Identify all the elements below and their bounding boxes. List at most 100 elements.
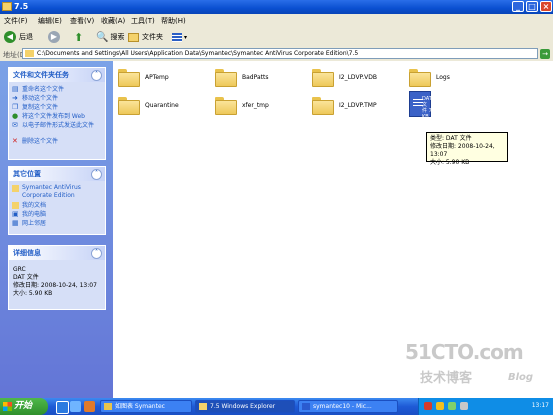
place-label: 网上邻居 (22, 220, 47, 227)
folder-icon (215, 97, 237, 115)
folder-item[interactable]: Logs (404, 64, 514, 94)
media-player-icon[interactable] (84, 401, 95, 412)
up-folder-icon: ⬆ (74, 30, 84, 44)
dat-file-item[interactable]: DAT 文件 7 KB (409, 91, 432, 120)
collapse-icon[interactable]: ˄ (91, 248, 102, 259)
clock[interactable]: 13:17 (532, 402, 549, 409)
chevron-down-icon: ▾ (184, 33, 188, 41)
back-button[interactable]: ◀ 后退 (4, 30, 33, 44)
menu-file[interactable]: 文件(F) (4, 16, 28, 26)
search-button[interactable]: 🔍 搜索 (96, 30, 124, 44)
item-name: I2_LDVP.VDB (339, 74, 377, 81)
other-places-header[interactable]: 其它位置 ˄ (9, 167, 105, 181)
place-my-documents[interactable]: 我的文档 (9, 201, 105, 210)
menu-edit[interactable]: 编辑(E) (38, 16, 62, 26)
back-label: 后退 (19, 33, 33, 41)
search-label: 搜索 (110, 33, 125, 41)
task-pane: 文件和文件夹任务 ˄ ▤ 重命名这个文件 ➜ 移动这个文件 ❐ 复制这个文件 ● 将这个… (0, 61, 113, 398)
views-button[interactable]: ▾ (172, 30, 187, 44)
tray-icon[interactable] (436, 402, 444, 410)
back-arrow-icon: ◀ (4, 31, 16, 43)
task-label: 移动这个文件 (22, 95, 59, 102)
taskbar: 开始 如图表 Symantec 7.5 Windows Explorer sym… (0, 398, 553, 415)
maximize-button[interactable]: □ (526, 1, 538, 12)
watermark-main: 51CTO.com (405, 340, 524, 364)
menu-view[interactable]: 查看(V) (70, 16, 94, 26)
place-network[interactable]: ▦ 网上邻居 (9, 219, 105, 228)
file-tooltip: 类型: DAT 文件 修改日期: 2008-10-24, 13:07 大小: 5… (426, 132, 508, 166)
computer-icon: ▣ (12, 210, 19, 218)
forward-button[interactable]: ▶ (48, 30, 60, 44)
place-label: 我的电脑 (22, 211, 47, 218)
address-input[interactable]: C:\Documents and Settings\All Users\Appl… (22, 48, 538, 59)
watermark-sub: 技术博客 (420, 371, 473, 386)
item-name: I2_LDVP.TMP (339, 102, 377, 109)
show-desktop-icon[interactable] (70, 401, 81, 412)
folder-item[interactable]: xfer_tmp (210, 92, 320, 122)
folders-button[interactable]: 文件夹 (128, 30, 163, 44)
copy-icon: ❐ (12, 103, 19, 111)
folder-icon (12, 185, 19, 192)
start-button[interactable]: 开始 (0, 398, 48, 415)
task-label: 如图表 Symantec (115, 403, 165, 410)
folder-item[interactable]: I2_LDVP.VDB (307, 64, 417, 94)
folder-item[interactable]: APTemp (113, 64, 223, 94)
place-label: 我的文档 (22, 202, 47, 209)
close-button[interactable]: × (540, 1, 552, 12)
folder-icon (2, 2, 12, 11)
app-icon (104, 403, 112, 410)
task-publish-web[interactable]: ● 将这个文件发布到 Web (9, 112, 105, 121)
folder-item[interactable]: Quarantine (113, 92, 223, 122)
place-symantec-folder[interactable]: Symantec AntiVirus Corporate Edition (9, 184, 105, 201)
task-copy[interactable]: ❐ 复制这个文件 (9, 103, 105, 112)
network-icon[interactable] (448, 402, 456, 410)
other-places-panel: 其它位置 ˄ Symantec AntiVirus Corporate Edit… (8, 166, 106, 235)
details-panel: 详细信息 ˄ GRC DAT 文件 修改日期: 2008-10-24, 13:0… (8, 245, 106, 310)
task-email[interactable]: ✉ 以电子邮件形式发送此文件 (9, 121, 105, 137)
go-button[interactable]: → (540, 49, 550, 59)
item-name: xfer_tmp (242, 102, 269, 109)
task-move[interactable]: ➜ 移动这个文件 (9, 94, 105, 103)
system-tray: 13:17 (418, 398, 553, 415)
address-bar: 地址(D) C:\Documents and Settings\All User… (0, 47, 553, 62)
folder-icon (312, 69, 334, 87)
volume-icon[interactable] (460, 402, 468, 410)
collapse-icon[interactable]: ˄ (91, 70, 102, 81)
detail-size: 大小: 5.90 KB (13, 290, 53, 297)
folder-item[interactable]: BadPatts (210, 64, 320, 94)
search-icon: 🔍 (96, 31, 109, 43)
up-button[interactable]: ⬆ (74, 30, 83, 44)
views-icon (172, 32, 182, 42)
title-bar: 7.5 _ □ × (0, 0, 553, 14)
word-icon (302, 403, 310, 410)
documents-icon (12, 202, 19, 209)
menu-favorites[interactable]: 收藏(A) (101, 16, 125, 26)
tooltip-size: 大小: 5.90 KB (430, 159, 470, 166)
tooltip-modified: 修改日期: 2008-10-24, 13:07 (430, 143, 495, 158)
taskbar-task[interactable]: symantec10 - Mic... (298, 400, 398, 413)
place-my-computer[interactable]: ▣ 我的电脑 (9, 210, 105, 219)
taskbar-task[interactable]: 7.5 Windows Explorer (195, 400, 295, 413)
network-icon: ▦ (12, 219, 19, 227)
detail-modified: 修改日期: 2008-10-24, 13:07 (13, 282, 97, 289)
menu-tools[interactable]: 工具(T) (131, 16, 155, 26)
details-header[interactable]: 详细信息 ˄ (9, 246, 105, 260)
antivirus-icon[interactable] (424, 402, 432, 410)
task-label: symantec10 - Mic... (313, 403, 372, 410)
ie-icon[interactable] (56, 401, 69, 414)
taskbar-task[interactable]: 如图表 Symantec (100, 400, 192, 413)
other-places-title: 其它位置 (13, 170, 41, 178)
file-tasks-header[interactable]: 文件和文件夹任务 ˄ (9, 68, 105, 82)
folder-icon (118, 69, 140, 87)
folder-item[interactable]: I2_LDVP.TMP (307, 92, 417, 122)
globe-icon: ● (12, 112, 19, 120)
folder-icon (312, 97, 334, 115)
task-delete[interactable]: ✕ 删除这个文件 (9, 137, 105, 146)
task-rename[interactable]: ▤ 重命名这个文件 (9, 85, 105, 94)
minimize-button[interactable]: _ (512, 1, 524, 12)
collapse-icon[interactable]: ˄ (91, 169, 102, 180)
task-label: 7.5 Windows Explorer (210, 403, 276, 410)
menu-help[interactable]: 帮助(H) (161, 16, 186, 26)
file-tasks-title: 文件和文件夹任务 (13, 71, 69, 79)
toolbar: ◀ 后退 ▶ ⬆ 🔍 搜索 文件夹 ▾ (0, 27, 553, 48)
